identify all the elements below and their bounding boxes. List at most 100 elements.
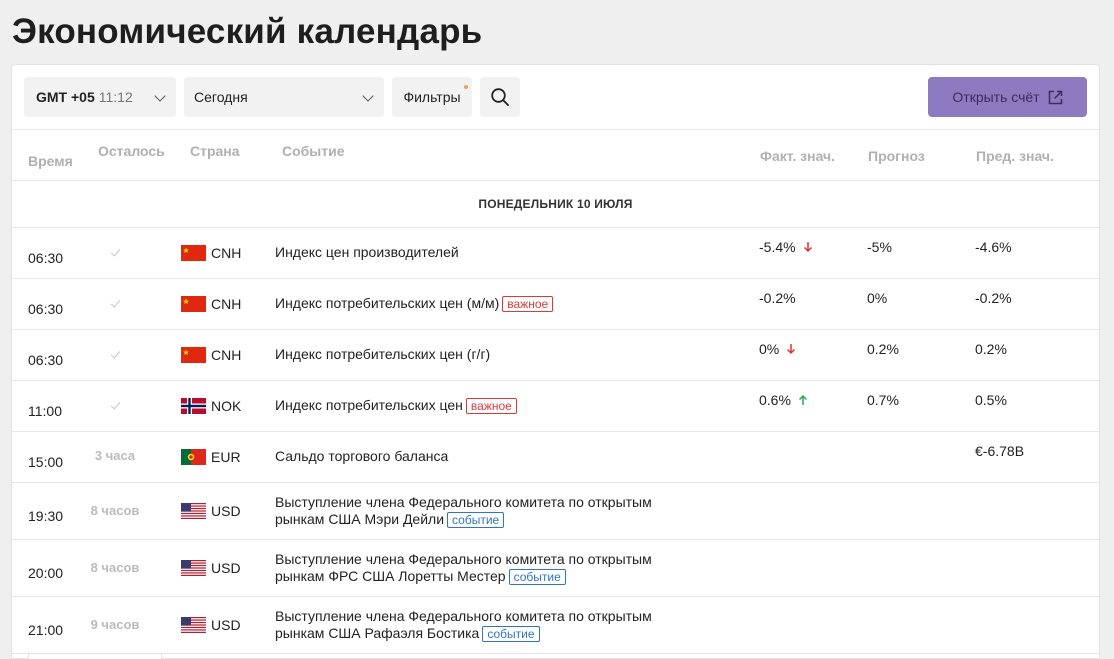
event-time: 06:30 — [28, 352, 64, 368]
table-row[interactable]: 06:30 CNH Индекс потребительских цен (м/… — [12, 279, 1099, 330]
event-title[interactable]: Выступление члена Федерального комитета … — [275, 551, 652, 585]
event-time: 06:30 — [28, 301, 64, 317]
event-previous: €-6.78B — [975, 443, 1025, 459]
event-previous: 0.2% — [975, 341, 1007, 357]
actual-value: -5.4% — [759, 239, 796, 255]
header-previous: Пред. знач. — [976, 148, 1054, 164]
event-country: CNH — [181, 347, 241, 363]
check-icon — [82, 295, 148, 310]
check-icon — [82, 397, 148, 412]
event-country: USD — [181, 503, 241, 519]
search-button[interactable] — [480, 77, 520, 117]
arrow-down-icon — [803, 242, 812, 253]
table-row[interactable]: 19:30 8 часов USD Выступление члена Феде… — [12, 483, 1099, 540]
event-title[interactable]: Индекс потребительских цен (г/г) — [275, 346, 490, 363]
table-header: Время Осталось Страна Событие Факт. знач… — [12, 130, 1099, 181]
filters-label: Фильтры — [403, 89, 461, 105]
check-icon — [82, 244, 148, 259]
important-badge: важное — [502, 296, 554, 312]
event-title[interactable]: Выступление члена Федерального комитета … — [275, 494, 652, 528]
country-code: CNH — [211, 347, 242, 363]
flag-cn-icon — [181, 347, 206, 363]
date-value: Сегодня — [194, 89, 248, 105]
event-title-text: Индекс потребительских цен (м/м) — [275, 295, 500, 311]
timezone-select[interactable]: GMT +05 11:12 — [24, 77, 176, 117]
filters-button[interactable]: Фильтры — [392, 77, 472, 117]
event-title-line1: Выступление члена Федерального комитета … — [275, 494, 652, 510]
table-row[interactable]: 21:00 9 часов USD Выступление члена Феде… — [12, 597, 1099, 654]
event-time: 21:00 — [28, 622, 64, 638]
event-time: 20:00 — [28, 565, 64, 581]
flag-us-icon — [181, 503, 206, 519]
flag-pt-icon — [181, 449, 206, 465]
table-row[interactable]: 15:00 3 часа EUR Сальдо торгового баланс… — [12, 432, 1099, 483]
country-code: EUR — [211, 449, 241, 465]
header-country: Страна — [190, 143, 240, 159]
day-header: ПОНЕДЕЛЬНИК 10 ИЮЛЯ — [12, 181, 1099, 228]
event-country: EUR — [181, 449, 241, 465]
event-title-line2: рынкам США Мэри Дейли — [275, 511, 445, 527]
arrow-up-icon — [798, 394, 807, 405]
event-actual: 0% — [759, 341, 796, 357]
event-badge: событие — [447, 512, 505, 528]
important-badge: важное — [465, 398, 517, 414]
actual-value: -0.2% — [759, 290, 796, 306]
country-code: NOK — [211, 398, 242, 414]
toolbar: GMT +05 11:12 Сегодня Фильтры Открыть сч… — [12, 65, 1099, 130]
flag-us-icon — [181, 560, 206, 576]
event-title[interactable]: Сальдо торгового баланса — [275, 448, 448, 465]
actual-value: 0.6% — [759, 392, 791, 408]
check-icon — [82, 346, 148, 361]
chevron-down-icon — [362, 90, 374, 102]
event-badge: событие — [508, 569, 566, 585]
bottom-panel-edge — [28, 653, 162, 659]
header-left: Осталось — [98, 143, 165, 159]
event-title[interactable]: Индекс цен производителей — [275, 244, 459, 261]
event-title[interactable]: Индекс потребительских цен важное — [275, 397, 517, 414]
table-row[interactable]: 06:30 CNH Индекс потребительских цен (г/… — [12, 330, 1099, 381]
table-row[interactable]: 20:00 8 часов USD Выступление члена Феде… — [12, 540, 1099, 597]
arrow-down-icon — [787, 344, 796, 355]
page-title: Экономический календарь — [12, 12, 483, 51]
external-link-icon — [1048, 90, 1062, 104]
event-title[interactable]: Индекс потребительских цен (м/м) важное — [275, 295, 554, 312]
header-time: Время — [28, 153, 73, 169]
date-select[interactable]: Сегодня — [184, 77, 384, 117]
event-actual: -0.2% — [759, 290, 796, 306]
chevron-down-icon — [154, 90, 166, 102]
event-country: USD — [181, 617, 241, 633]
calendar-card: GMT +05 11:12 Сегодня Фильтры Открыть сч… — [11, 64, 1100, 659]
event-previous: -4.6% — [975, 239, 1012, 255]
event-title-line1: Выступление члена Федерального комитета … — [275, 551, 652, 567]
open-account-button[interactable]: Открыть счёт — [928, 77, 1087, 117]
header-forecast: Прогноз — [868, 148, 925, 164]
flag-us-icon — [181, 617, 206, 633]
flag-cn-icon — [181, 245, 206, 261]
table-row[interactable]: 11:00 NOK Индекс потребительских цен важн… — [12, 381, 1099, 432]
actual-value: 0% — [759, 341, 780, 357]
country-code: USD — [211, 560, 241, 576]
timezone-label: GMT +05 — [36, 89, 95, 105]
time-left: 8 часов — [90, 503, 140, 518]
event-actual: 0.6% — [759, 392, 808, 408]
event-time: 15:00 — [28, 454, 64, 470]
time-left: 9 часов — [90, 617, 140, 632]
event-actual: -5.4% — [759, 239, 813, 255]
event-title-line2: рынкам США Рафаэля Бостика — [275, 625, 480, 641]
timezone-time: 11:12 — [98, 89, 133, 105]
event-badge: событие — [482, 626, 540, 642]
event-previous: 0.5% — [975, 392, 1007, 408]
time-left: 8 часов — [90, 560, 140, 575]
event-time: 19:30 — [28, 508, 64, 524]
event-time: 11:00 — [28, 403, 62, 419]
event-forecast: 0.2% — [867, 341, 899, 357]
table-row[interactable]: 06:30 CNH Индекс цен производителей -5.4… — [12, 228, 1099, 279]
event-time: 06:30 — [28, 250, 64, 266]
event-title-line1: Выступление члена Федерального комитета … — [275, 608, 652, 624]
event-forecast: 0% — [867, 290, 888, 306]
event-title[interactable]: Выступление члена Федерального комитета … — [275, 608, 652, 642]
header-actual: Факт. знач. — [760, 148, 836, 164]
open-account-label: Открыть счёт — [952, 89, 1040, 105]
flag-no-icon — [181, 398, 206, 414]
event-title-line2: рынкам ФРС США Лоретты Местер — [275, 568, 506, 584]
